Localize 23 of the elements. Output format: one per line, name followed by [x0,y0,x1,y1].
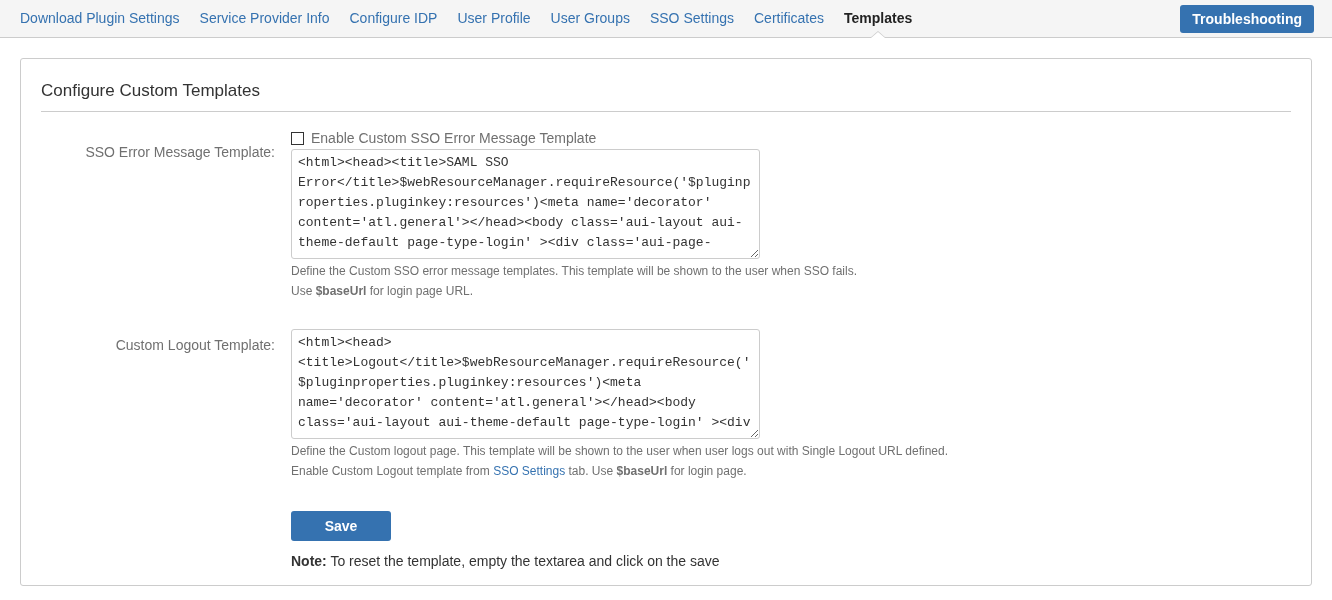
sso-settings-link[interactable]: SSO Settings [493,464,566,478]
nav-tab[interactable]: Service Provider Info [199,0,330,37]
template-textarea[interactable]: <html><head><title>SAML SSO Error</title>$webResourceManager.requireResource('$pluginproperties.pluginkey:resources')<meta name='decorator' content='atl.general'></head><body class='aui-layout aui-theme-default page-type-login' ><div class='aui-page- [291,149,760,259]
panel-title: Configure Custom Templates [41,81,1291,112]
nav-tab[interactable]: User Groups [550,0,630,37]
field-label: Custom Logout Template: [114,336,275,355]
note-text: Note: To reset the template, empty the textarea and click on the save [291,553,720,569]
field-label: SSO Error Message Template: [84,143,275,162]
checkbox[interactable] [291,131,304,145]
nav-tab[interactable]: Certificates [754,0,824,37]
template-textarea[interactable]: <html><head> <title>Logout</title>$webResourceManager.requireResource(' $pluginproperties.pluginkey:resources')<meta name='decorator' content='atl.general'></head><body class='aui-layout aui-theme-default page-type-login' ><div [291,329,760,439]
help-text: Define the Custom logout page. This template will be shown to the user when user logs out with Single Logout URL defined. [291,443,949,460]
save-button[interactable]: Save [291,511,391,541]
checkbox-label: Enable Custom SSO Error Message Template [311,130,597,146]
help-text: Define the Custom SSO error message templates. This template will be shown to the user when SSO fails. [291,263,858,280]
nav-tab[interactable]: SSO Settings [649,0,734,37]
nav-tab[interactable]: User Profile [457,0,531,37]
troubleshooting-button[interactable]: Troubleshooting [1180,4,1314,33]
nav-tab[interactable]: Download Plugin Settings [20,0,180,37]
nav-tab[interactable]: Templates [844,0,913,37]
nav-tab[interactable]: Configure IDP [349,0,438,37]
help-text: Enable Custom Logout template from SSO Settings tab. Use $baseUrl for login page. [291,463,748,480]
help-text: Use $baseUrl for login page URL. [291,283,475,300]
